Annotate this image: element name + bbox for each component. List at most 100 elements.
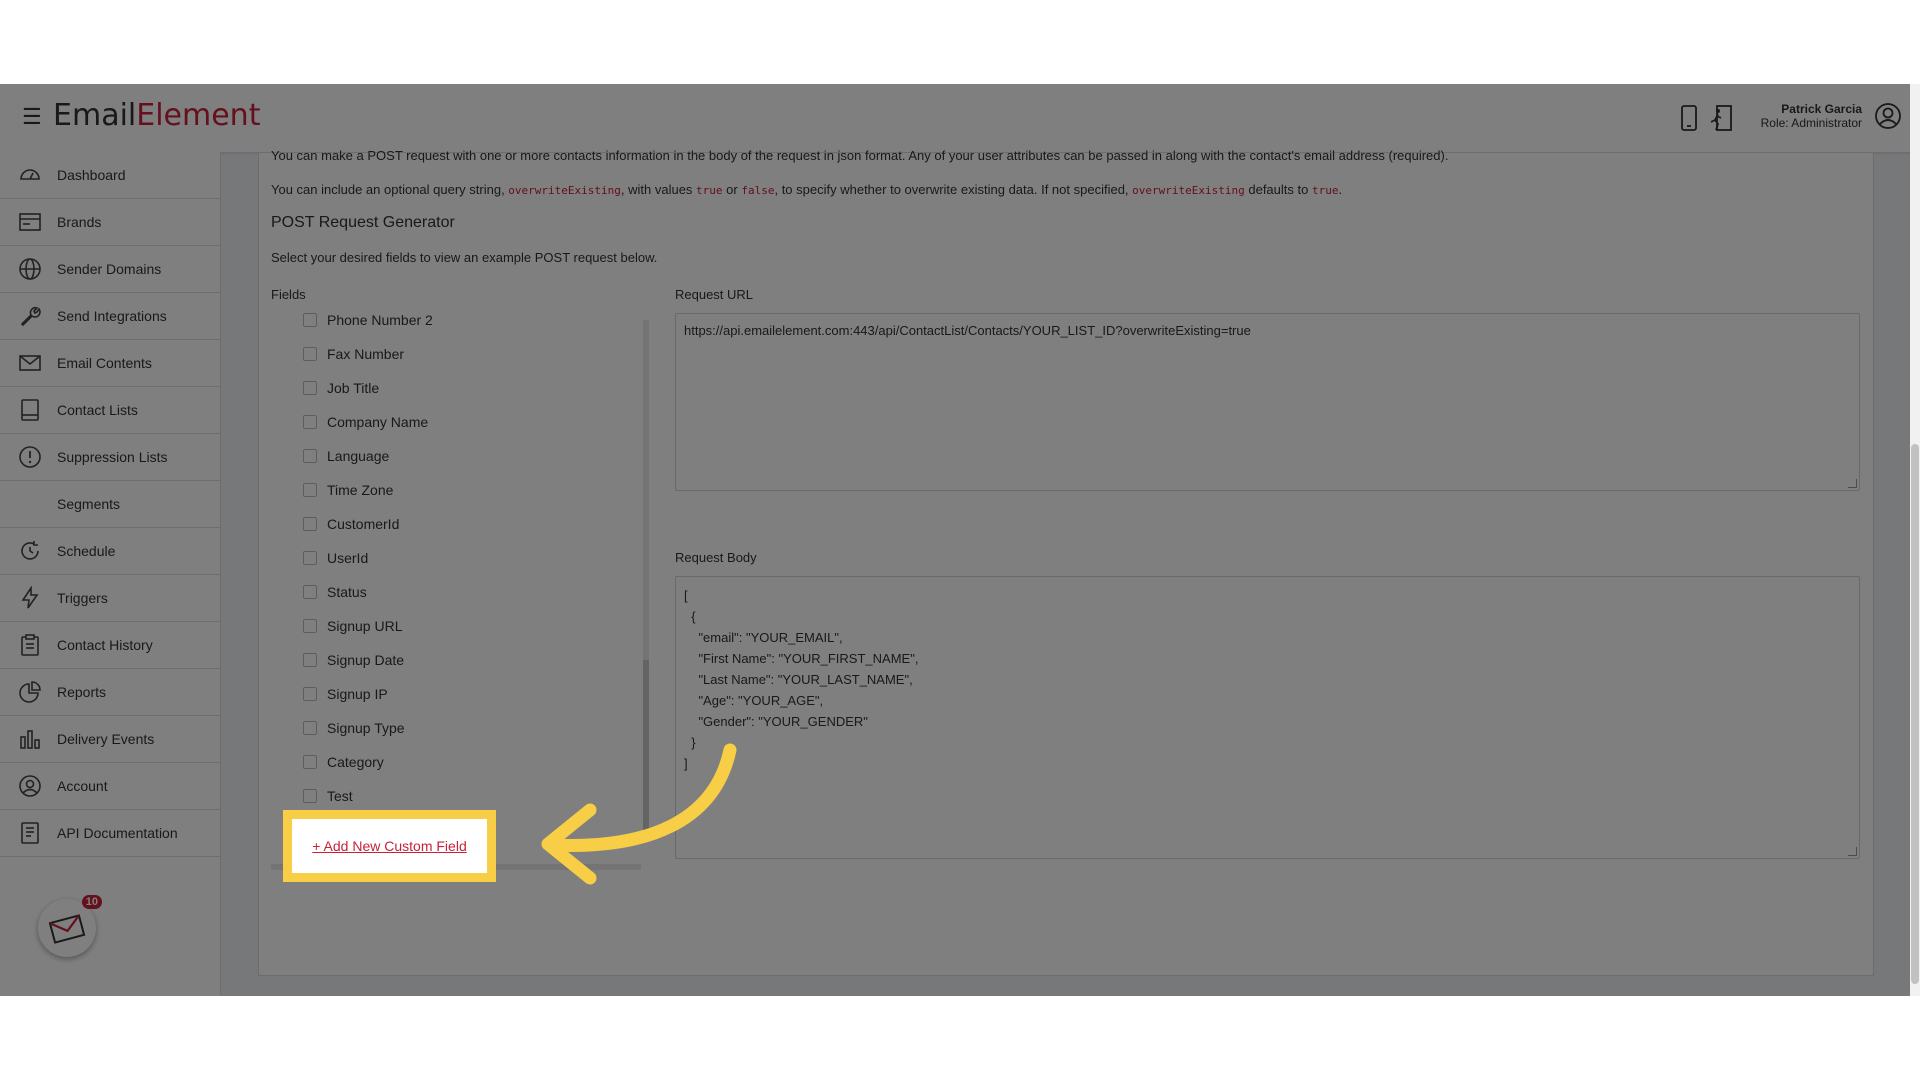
sidebar-item-suppression-lists[interactable]: Suppression Lists	[0, 434, 220, 481]
query-text: , to specify whether to overwrite existi…	[774, 182, 1133, 197]
resize-handle-icon[interactable]	[1848, 847, 1857, 856]
sidebar-item-label: Suppression Lists	[57, 449, 168, 465]
field-checkbox[interactable]	[303, 585, 317, 599]
dashboard-icon	[20, 169, 40, 180]
field-label: Category	[327, 754, 384, 770]
sidebar-item-dashboard[interactable]: Dashboard	[0, 152, 220, 199]
fields-label: Fields	[271, 287, 306, 302]
field-label: Signup Date	[327, 652, 405, 668]
field-checkbox[interactable]	[303, 687, 317, 701]
field-checkbox[interactable]	[303, 483, 317, 497]
sidebar-item-schedule[interactable]: Schedule	[0, 528, 220, 575]
sidebar-item-label: Reports	[57, 684, 107, 700]
field-checkbox[interactable]	[303, 415, 317, 429]
sidebar-item-segments[interactable]: Segments	[0, 481, 220, 528]
field-checkbox[interactable]	[303, 449, 317, 463]
field-fax-number[interactable]: Fax Number	[303, 344, 404, 364]
sidebar-item-label: Delivery Events	[57, 731, 155, 747]
pointer-arrow-icon	[541, 743, 737, 885]
field-checkbox[interactable]	[303, 347, 317, 361]
field-label: Time Zone	[327, 482, 394, 498]
sidebar-item-label: Dashboard	[57, 167, 126, 183]
field-label: Language	[327, 448, 390, 464]
globe-icon	[19, 258, 41, 280]
field-checkbox[interactable]	[303, 789, 317, 803]
field-checkbox[interactable]	[303, 313, 317, 327]
field-checkbox[interactable]	[303, 619, 317, 633]
sidebar-item-triggers[interactable]: Triggers	[0, 575, 220, 622]
field-label: Status	[327, 584, 367, 600]
notification-count-badge: 10	[81, 895, 102, 909]
sidebar-item-send-integrations[interactable]: Send Integrations	[0, 293, 220, 340]
field-signup-type[interactable]: Signup Type	[303, 718, 405, 738]
bar-chart-icon	[20, 730, 40, 749]
field-phone-number-2[interactable]: Phone Number 2	[303, 312, 433, 330]
field-status[interactable]: Status	[303, 582, 367, 602]
field-checkbox[interactable]	[303, 551, 317, 565]
field-job-title[interactable]: Job Title	[303, 378, 379, 398]
sidebar-item-label: Contact History	[57, 637, 153, 653]
book-icon	[21, 399, 39, 421]
field-test[interactable]: Test	[303, 786, 353, 806]
add-custom-field-container: + Add New Custom Field	[292, 819, 487, 873]
sidebar-item-delivery-events[interactable]: Delivery Events	[0, 716, 220, 763]
top-bar: ☰ EmailElement Patrick Garcia Role: Admi…	[0, 84, 1920, 152]
field-userid[interactable]: UserId	[303, 548, 368, 568]
field-checkbox[interactable]	[303, 755, 317, 769]
field-signup-date[interactable]: Signup Date	[303, 650, 404, 670]
logout-icon[interactable]	[1708, 104, 1734, 132]
query-paragraph: You can include an optional query string…	[271, 182, 1342, 197]
field-category[interactable]: Category	[303, 752, 384, 772]
sidebar-item-contact-history[interactable]: Contact History	[0, 622, 220, 669]
field-language[interactable]: Language	[303, 446, 389, 466]
sidebar-item-label: Sender Domains	[57, 261, 162, 277]
field-checkbox[interactable]	[303, 381, 317, 395]
query-code: false	[741, 184, 775, 197]
page-scrollbar[interactable]	[1910, 84, 1920, 996]
page-scrollbar-thumb[interactable]	[1911, 444, 1919, 984]
notifications-button[interactable]: 10	[38, 895, 102, 957]
mobile-icon[interactable]	[1676, 104, 1702, 132]
add-custom-field-link[interactable]: + Add New Custom Field	[312, 838, 466, 854]
field-label: Signup Type	[327, 720, 405, 736]
intro-paragraph: You can make a POST request with one or …	[271, 148, 1449, 163]
user-name: Patrick Garcia	[1781, 102, 1862, 116]
sidebar-item-account[interactable]: Account	[0, 763, 220, 810]
sidebar-item-api-documentation[interactable]: API Documentation	[0, 810, 220, 857]
sidebar-item-reports[interactable]: Reports	[0, 669, 220, 716]
app-logo[interactable]: EmailElement	[53, 98, 260, 133]
field-time-zone[interactable]: Time Zone	[303, 480, 393, 500]
field-label: UserId	[327, 550, 369, 566]
field-signup-ip[interactable]: Signup IP	[303, 684, 388, 704]
query-code: overwriteExisting	[508, 184, 621, 197]
sidebar-item-label: Account	[57, 778, 108, 794]
logo-text-part1: Em	[53, 98, 102, 133]
request-url-textarea[interactable]: https://api.emailelement.com:443/api/Con…	[675, 313, 1860, 491]
field-label: Job Title	[327, 380, 380, 396]
sidebar-item-email-contents[interactable]: Email Contents	[0, 340, 220, 387]
sidebar-item-sender-domains[interactable]: Sender Domains	[0, 246, 220, 293]
sidebar-item-label: Email Contents	[57, 355, 152, 371]
field-company-name[interactable]: Company Name	[303, 412, 428, 432]
field-signup-url[interactable]: Signup URL	[303, 616, 403, 636]
user-avatar-icon[interactable]	[1874, 102, 1902, 130]
user-info[interactable]: Patrick Garcia Role: Administrator	[1761, 102, 1862, 130]
sidebar: Dashboard Brands Sender Domains Send Int…	[0, 152, 221, 996]
hamburger-menu-icon[interactable]: ☰	[22, 104, 42, 130]
field-checkbox[interactable]	[303, 653, 317, 667]
user-icon	[19, 775, 41, 797]
field-customerid[interactable]: CustomerId	[303, 514, 399, 534]
sidebar-item-brands[interactable]: Brands	[0, 199, 220, 246]
field-checkbox[interactable]	[303, 721, 317, 735]
logo-text-part2: ail	[101, 98, 137, 133]
sidebar-item-contact-lists[interactable]: Contact Lists	[0, 387, 220, 434]
query-code: overwriteExisting	[1132, 184, 1245, 197]
field-checkbox[interactable]	[303, 517, 317, 531]
clock-icon	[21, 541, 39, 560]
query-text: defaults to	[1244, 182, 1312, 197]
resize-handle-icon[interactable]	[1848, 479, 1857, 488]
wrench-icon	[20, 306, 41, 327]
request-body-textarea[interactable]: [ { "email": "YOUR_EMAIL", "First Name":…	[675, 576, 1860, 859]
lightning-icon	[21, 586, 39, 609]
query-text: You can include an optional query string…	[271, 182, 509, 197]
